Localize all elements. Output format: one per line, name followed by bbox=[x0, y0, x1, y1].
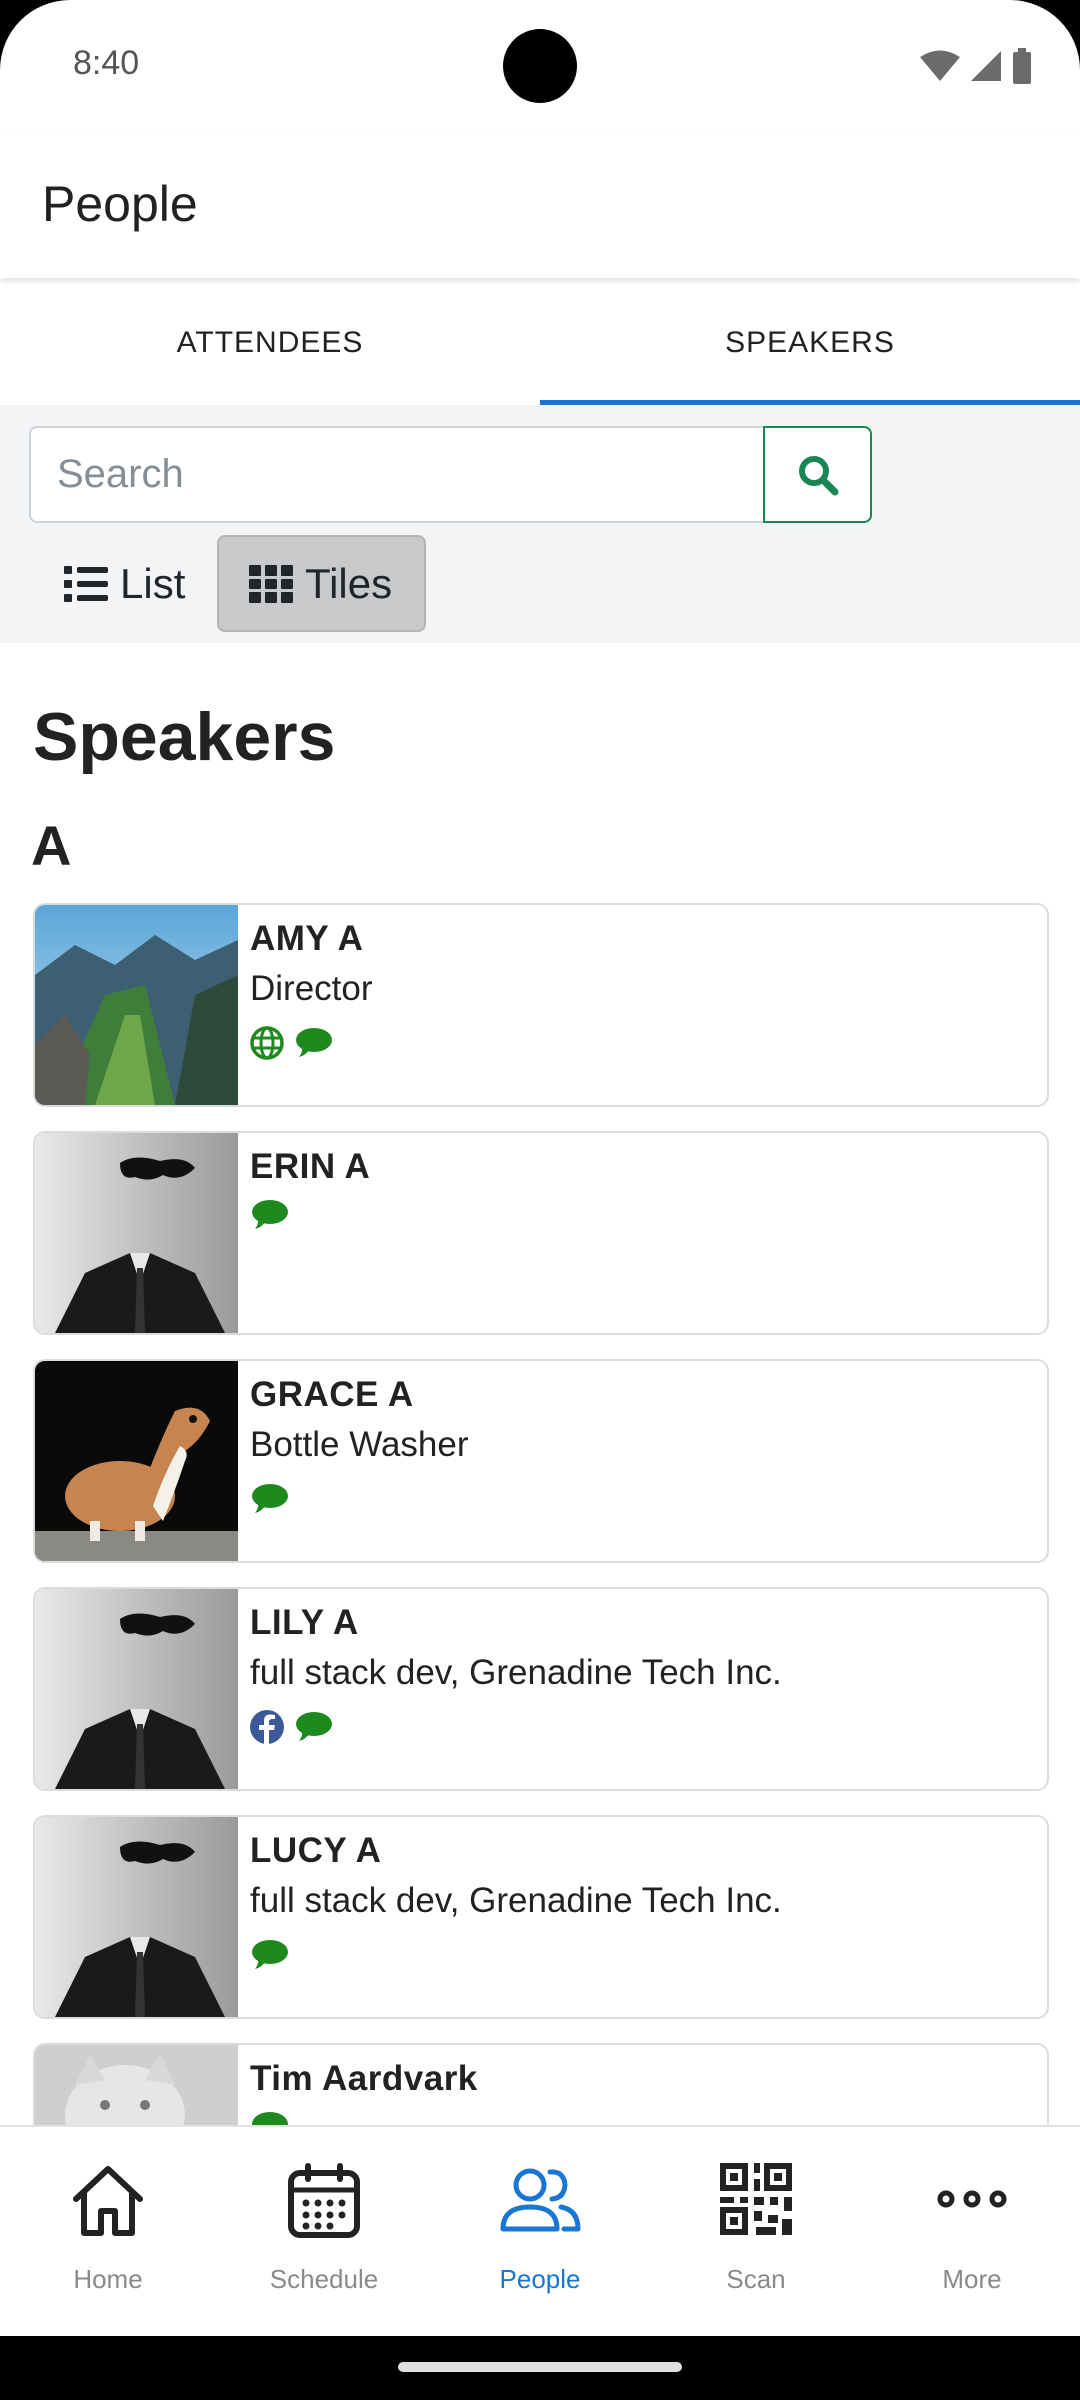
nav-scan[interactable]: Scan bbox=[648, 2127, 864, 2336]
speaker-list: Speakers A AMY A Director ERIN A GRACE A… bbox=[0, 643, 1080, 2125]
speaker-photo bbox=[35, 905, 238, 1105]
calendar-icon bbox=[288, 2163, 360, 2238]
nav-more[interactable]: More bbox=[864, 2127, 1080, 2336]
nav-people[interactable]: People bbox=[432, 2127, 648, 2336]
search-button[interactable] bbox=[763, 426, 872, 523]
alpha-section-letter: A bbox=[31, 814, 72, 877]
grid-icon bbox=[249, 564, 293, 603]
speaker-photo bbox=[35, 2045, 238, 2125]
speaker-photo bbox=[35, 1361, 238, 1561]
status-icons bbox=[920, 48, 1032, 84]
more-icon bbox=[937, 2190, 1007, 2208]
speaker-role: Director bbox=[250, 969, 373, 1008]
bottom-navigation: Home Schedule People Scan More bbox=[0, 2125, 1080, 2336]
gesture-handle[interactable] bbox=[398, 2362, 682, 2372]
chat-icon[interactable] bbox=[249, 1937, 289, 1973]
speaker-role: full stack dev, Grenadine Tech Inc. bbox=[250, 1653, 782, 1692]
search-icon bbox=[798, 455, 838, 495]
cell-signal-icon bbox=[971, 51, 1001, 81]
view-list-button[interactable]: List bbox=[32, 535, 217, 632]
speaker-card[interactable]: AMY A Director bbox=[33, 903, 1049, 1107]
nav-home[interactable]: Home bbox=[0, 2127, 216, 2336]
chat-icon[interactable] bbox=[293, 1025, 333, 1061]
speaker-name: AMY A bbox=[250, 919, 364, 958]
tab-bar: ATTENDEES SPEAKERS bbox=[0, 280, 1080, 405]
nav-schedule[interactable]: Schedule bbox=[216, 2127, 432, 2336]
chat-icon[interactable] bbox=[249, 2109, 289, 2125]
speaker-role: Bottle Washer bbox=[250, 1425, 469, 1464]
speaker-card[interactable]: LILY A full stack dev, Grenadine Tech In… bbox=[33, 1587, 1049, 1791]
speaker-name: Tim Aardvark bbox=[250, 2059, 478, 2098]
search-controls: List Tiles bbox=[0, 405, 1080, 643]
people-icon bbox=[500, 2168, 581, 2232]
chat-icon[interactable] bbox=[293, 1709, 333, 1745]
qr-code-icon bbox=[720, 2163, 792, 2235]
speaker-role: full stack dev, Grenadine Tech Inc. bbox=[250, 1881, 782, 1920]
view-tiles-label: Tiles bbox=[305, 559, 393, 607]
chat-icon[interactable] bbox=[249, 1481, 289, 1517]
view-tiles-button[interactable]: Tiles bbox=[217, 535, 427, 632]
speaker-social-icons bbox=[249, 1025, 333, 1061]
speaker-social-icons bbox=[249, 1709, 333, 1745]
app-bar: People bbox=[0, 130, 1080, 278]
status-time: 8:40 bbox=[73, 44, 140, 82]
globe-icon[interactable] bbox=[249, 1025, 285, 1061]
speaker-social-icons bbox=[249, 2109, 289, 2125]
speaker-card[interactable]: ERIN A bbox=[33, 1131, 1049, 1335]
section-heading: Speakers bbox=[33, 699, 336, 775]
list-icon bbox=[64, 565, 108, 602]
speaker-card[interactable]: GRACE A Bottle Washer bbox=[33, 1359, 1049, 1563]
speaker-social-icons bbox=[249, 1481, 289, 1517]
view-list-label: List bbox=[120, 559, 186, 607]
tab-speakers[interactable]: SPEAKERS bbox=[540, 280, 1080, 405]
speaker-name: LUCY A bbox=[250, 1831, 382, 1870]
camera-cutout bbox=[503, 29, 577, 103]
chat-icon[interactable] bbox=[249, 1197, 289, 1233]
speaker-name: LILY A bbox=[250, 1603, 359, 1642]
speaker-name: ERIN A bbox=[250, 1147, 371, 1186]
wifi-icon bbox=[920, 50, 960, 81]
speaker-card[interactable]: LUCY A full stack dev, Grenadine Tech In… bbox=[33, 1815, 1049, 2019]
page-title: People bbox=[42, 176, 198, 232]
nav-more-label: More bbox=[942, 2264, 1002, 2294]
nav-schedule-label: Schedule bbox=[269, 2264, 379, 2294]
home-icon bbox=[73, 2166, 143, 2236]
speaker-photo bbox=[35, 1589, 238, 1789]
status-bar: 8:40 bbox=[0, 0, 1080, 130]
speaker-social-icons bbox=[249, 1197, 289, 1233]
nav-scan-label: Scan bbox=[726, 2264, 786, 2294]
nav-home-label: Home bbox=[73, 2264, 143, 2294]
speaker-photo bbox=[35, 1817, 238, 2017]
facebook-icon[interactable] bbox=[249, 1709, 285, 1745]
nav-people-label: People bbox=[499, 2264, 581, 2294]
search-input[interactable] bbox=[29, 426, 764, 523]
speaker-name: GRACE A bbox=[250, 1375, 414, 1414]
speaker-photo bbox=[35, 1133, 238, 1333]
tab-attendees[interactable]: ATTENDEES bbox=[0, 280, 540, 405]
battery-icon bbox=[1013, 48, 1031, 84]
speaker-social-icons bbox=[249, 1937, 289, 1973]
app-screen: 8:40 People ATTENDEES SPEAKERS Search Li… bbox=[0, 0, 1080, 2336]
speaker-card[interactable]: Tim Aardvark bbox=[33, 2043, 1049, 2125]
